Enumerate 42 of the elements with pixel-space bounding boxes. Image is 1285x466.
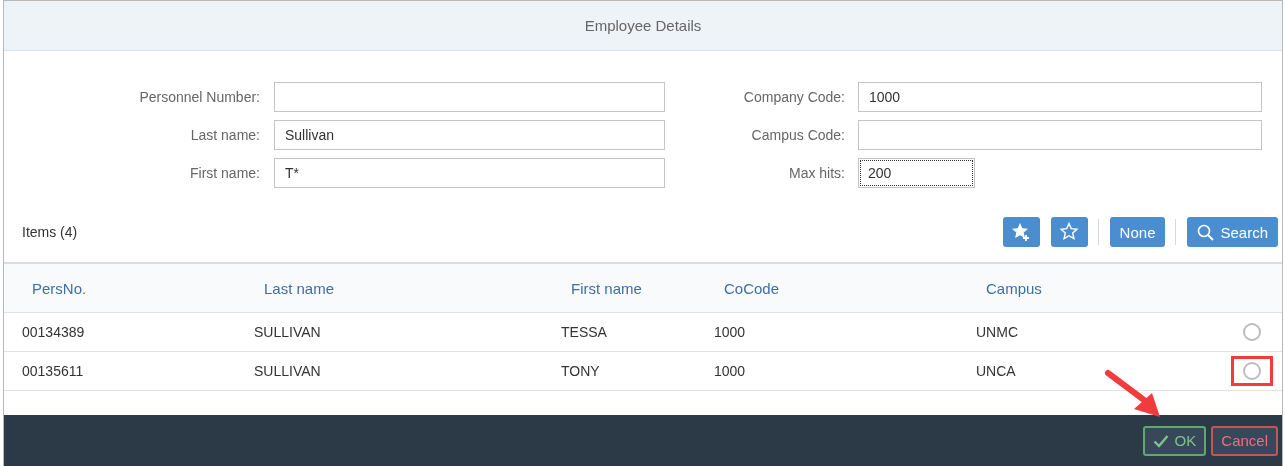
- radio-button[interactable]: [1243, 323, 1261, 341]
- radio-button[interactable]: [1243, 362, 1261, 380]
- text-input-field[interactable]: T*: [274, 158, 665, 188]
- search-icon: [1197, 223, 1215, 241]
- table-cell: TONY: [543, 352, 696, 391]
- column-header[interactable]: CoCode: [696, 264, 958, 313]
- table-cell: UNCA: [958, 352, 1222, 391]
- star-icon: [1059, 222, 1080, 242]
- column-header[interactable]: First name: [543, 264, 696, 313]
- table-cell: 00135611: [4, 352, 236, 391]
- ok-button[interactable]: OK: [1142, 425, 1207, 456]
- table-cell: SULLIVAN: [236, 313, 543, 352]
- text-input-field[interactable]: 1000: [858, 82, 1262, 112]
- text-input-field[interactable]: Sullivan: [274, 120, 665, 150]
- column-header[interactable]: Last name: [236, 264, 543, 313]
- field-label: Last name:: [189, 127, 260, 143]
- text-input-field[interactable]: [858, 120, 1262, 150]
- table-cell: SULLIVAN: [236, 352, 543, 391]
- star-add-button[interactable]: [1002, 217, 1040, 247]
- star-button[interactable]: [1050, 217, 1088, 247]
- text-input-field[interactable]: 200: [858, 158, 975, 188]
- field-label: Max hits:: [788, 165, 845, 181]
- dialog-title: Employee Details: [584, 17, 702, 34]
- table-cell: 00134389: [4, 313, 236, 352]
- items-count: Items (4): [22, 224, 79, 240]
- table-cell: TESSA: [543, 313, 696, 352]
- table-cell: 1000: [696, 352, 958, 391]
- field-label: Campus Code:: [750, 127, 845, 143]
- field-label: First name:: [189, 165, 260, 181]
- cancel-button[interactable]: Cancel: [1211, 425, 1278, 456]
- text-input-field[interactable]: [274, 82, 665, 112]
- column-header[interactable]: PersNo.: [4, 264, 236, 313]
- field-label: Company Code:: [742, 89, 845, 105]
- table-cell: UNMC: [958, 313, 1222, 352]
- column-header[interactable]: Campus: [958, 264, 1222, 313]
- star-add-icon: [1011, 222, 1032, 242]
- text-button[interactable]: None: [1109, 217, 1166, 247]
- check-icon: [1152, 433, 1169, 448]
- search-button[interactable]: Search: [1187, 217, 1278, 247]
- highlight-box: [1231, 356, 1273, 386]
- table-cell: 1000: [696, 313, 958, 352]
- field-label: Personnel Number:: [138, 89, 260, 105]
